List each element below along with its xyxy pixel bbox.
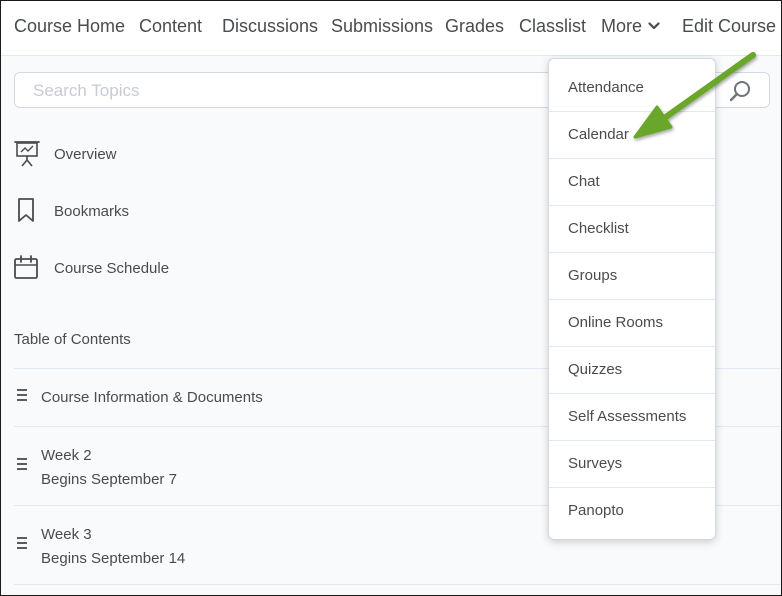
menu-item-label: Surveys (568, 455, 623, 472)
menu-item-label: Checklist (568, 220, 629, 237)
chevron-down-icon[interactable] (648, 22, 660, 30)
annotation-arrow-icon (633, 52, 756, 139)
menu-item-panopto[interactable]: Panopto (549, 488, 715, 535)
menu-item-self-assessments[interactable]: Self Assessments (549, 394, 715, 441)
menu-item-label: Calendar (568, 126, 629, 143)
toc-item-title: Course Information & Documents (41, 389, 263, 406)
list-icon (17, 458, 27, 470)
toc-item-title: Week 2 (41, 447, 92, 464)
calendar-icon (14, 255, 38, 279)
menu-item-label: Panopto (568, 502, 624, 519)
menu-item-label: Self Assessments (568, 408, 687, 425)
nav-content[interactable]: Content (139, 16, 202, 37)
nav-course-home[interactable]: Course Home (14, 16, 125, 37)
bookmark-icon (18, 198, 34, 222)
menu-item-chat[interactable]: Chat (549, 159, 715, 206)
app-frame: Course Home Content Discussions Submissi… (0, 0, 782, 596)
menu-item-groups[interactable]: Groups (549, 253, 715, 300)
list-icon (17, 537, 27, 549)
toc-heading: Table of Contents (14, 331, 131, 348)
nav-classlist[interactable]: Classlist (519, 16, 586, 37)
menu-item-label: Quizzes (568, 361, 623, 378)
menu-item-surveys[interactable]: Surveys (549, 441, 715, 488)
menu-item-label: Online Rooms (568, 314, 664, 331)
toc-item-subtitle: Begins September 7 (41, 471, 177, 488)
course-navbar: Course Home Content Discussions Submissi… (1, 1, 781, 56)
topic-label: Bookmarks (54, 203, 130, 220)
nav-edit-course[interactable]: Edit Course (682, 16, 776, 37)
menu-item-label: Groups (568, 267, 618, 284)
nav-discussions[interactable]: Discussions (222, 16, 318, 37)
search-input[interactable] (31, 79, 535, 103)
topic-label: Overview (54, 146, 117, 163)
presentation-board-icon (14, 141, 40, 167)
toc-item-subtitle: Begins September 14 (41, 550, 186, 567)
divider (14, 584, 780, 585)
nav-grades[interactable]: Grades (445, 16, 504, 37)
topic-label: Course Schedule (54, 260, 170, 277)
nav-more[interactable]: More (601, 16, 642, 37)
toc-item-title: Week 3 (41, 526, 92, 543)
menu-item-quizzes[interactable]: Quizzes (549, 347, 715, 394)
menu-item-checklist[interactable]: Checklist (549, 206, 715, 253)
menu-item-online-rooms[interactable]: Online Rooms (549, 300, 715, 347)
nav-submissions[interactable]: Submissions (331, 16, 433, 37)
menu-item-label: Chat (568, 173, 600, 190)
list-icon (17, 389, 27, 401)
